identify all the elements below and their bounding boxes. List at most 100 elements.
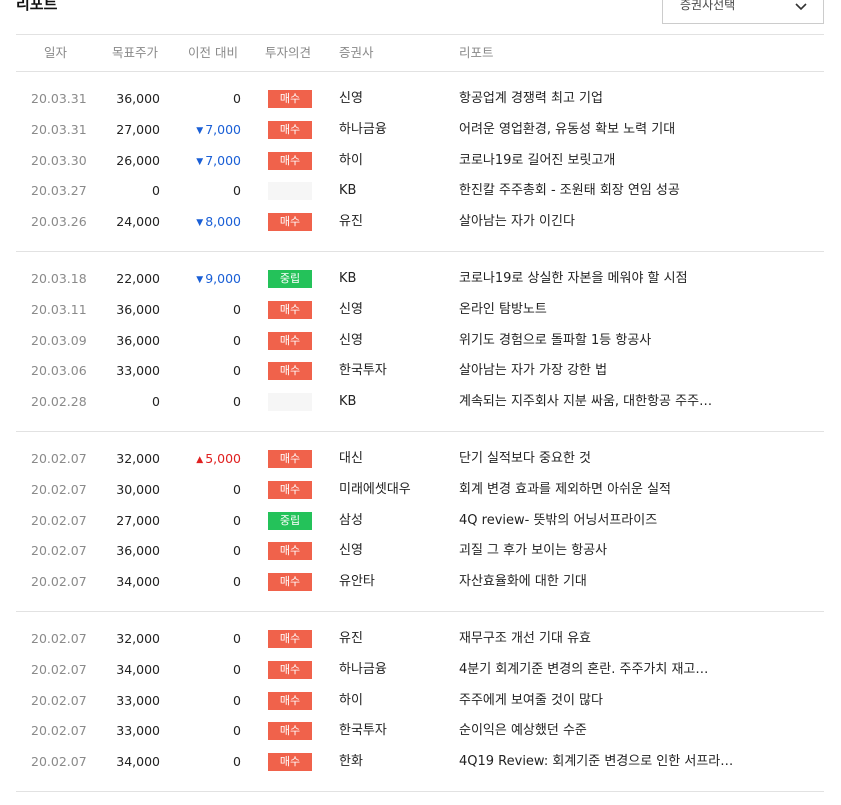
target-price: 24,000 (116, 214, 160, 229)
report-link[interactable]: 4Q19 Review: 회계기준 변경으로 인한 서프라… (459, 753, 733, 771)
report-link[interactable]: 살아남는 자가 가장 강한 법 (459, 362, 607, 380)
report-date: 20.03.31 (31, 91, 87, 106)
opinion-badge: 중립 (268, 270, 312, 288)
report-link[interactable]: 주주에게 보여줄 것이 많다 (459, 692, 603, 710)
opinion-badge: 매수 (268, 753, 312, 771)
report-link[interactable]: 괴질 그 후가 보이는 항공사 (459, 542, 607, 560)
target-price: 34,000 (116, 754, 160, 769)
broker-name: 유진 (339, 631, 363, 646)
report-link[interactable]: 위기도 경험으로 돌파할 1등 항공사 (459, 332, 651, 350)
target-price: 27,000 (116, 513, 160, 528)
report-link[interactable]: 어려운 영업환경, 유동성 확보 노력 기대 (459, 121, 675, 139)
table-row: 20.03.18 22,000 ▼ 9,000 중립 KB 코로나19로 상실한 자본을 메… (16, 264, 824, 294)
opinion-badge: 매수 (268, 722, 312, 740)
table-row: 20.02.07 34,000 0 매수 유안타 자산효율화에 대한 기대 (16, 567, 824, 597)
report-group: 20.03.31 36,000 0 매수 신영 항공업계 경쟁력 최고 기업 20.03.3… (16, 72, 824, 252)
table-row: 20.03.11 36,000 0 매수 신영 온라인 탐방노트 (16, 295, 824, 325)
table-row: 20.03.30 26,000 ▼ 7,000 매수 하이 코로나19로 길어진 보릿고개 (16, 146, 824, 176)
price-change: 0 (233, 692, 241, 710)
broker-name: 유안타 (339, 574, 375, 589)
report-link[interactable]: 살아남는 자가 이긴다 (459, 213, 575, 231)
price-change: 0 (233, 573, 241, 591)
price-change: 0 (233, 182, 241, 200)
report-link[interactable]: 코로나19로 길어진 보릿고개 (459, 152, 615, 170)
report-link[interactable]: 4Q review- 뜻밖의 어닝서프라이즈 (459, 512, 657, 530)
report-date: 20.02.07 (31, 451, 87, 466)
report-header: 리포트 증권사선택 (0, 0, 841, 30)
target-price: 34,000 (116, 662, 160, 677)
price-change: 0 (233, 512, 241, 530)
opinion-badge: 매수 (268, 213, 312, 231)
report-date: 20.02.07 (31, 754, 87, 769)
table-row: 20.02.28 0 0 KB 계속되는 지주회사 지분 싸움, 대한항공 주주… (16, 387, 824, 417)
price-change-value: 5,000 (205, 451, 241, 466)
triangle-up-icon: ▲ (196, 455, 204, 465)
report-date: 20.02.07 (31, 543, 87, 558)
report-link[interactable]: 계속되는 지주회사 지분 싸움, 대한항공 주주… (459, 393, 712, 411)
price-change: 0 (233, 301, 241, 319)
target-price: 32,000 (116, 631, 160, 646)
report-link[interactable]: 자산효율화에 대한 기대 (459, 573, 587, 591)
report-date: 20.02.07 (31, 574, 87, 589)
price-change: 0 (233, 393, 241, 411)
broker-name: 신영 (339, 333, 363, 348)
price-change-value: 0 (233, 394, 241, 409)
target-price: 36,000 (116, 543, 160, 558)
triangle-down-icon: ▼ (196, 157, 204, 167)
table-row: 20.02.07 34,000 0 매수 한화 4Q19 Review: 회계기준 변경으… (16, 747, 824, 777)
broker-name: 한국투자 (339, 363, 387, 378)
table-row: 20.02.07 27,000 0 중립 삼성 4Q review- 뜻밖의 어닝서프라이… (16, 506, 824, 536)
report-link[interactable]: 4분기 회계기준 변경의 혼란. 주주가치 재고… (459, 661, 708, 679)
report-date: 20.03.31 (31, 122, 87, 137)
report-link[interactable]: 항공업계 경쟁력 최고 기업 (459, 90, 603, 108)
report-date: 20.03.26 (31, 214, 87, 229)
report-date: 20.03.18 (31, 271, 87, 286)
report-date: 20.03.09 (31, 333, 87, 348)
table-row: 20.03.27 0 0 KB 한진칼 주주총회 - 조원태 회장 연임 성공 (16, 176, 824, 206)
broker-name: 신영 (339, 302, 363, 317)
price-change-value: 0 (233, 302, 241, 317)
table-row: 20.02.07 32,000 0 매수 유진 재무구조 개선 기대 유효 (16, 624, 824, 654)
report-link[interactable]: 온라인 탐방노트 (459, 301, 547, 319)
report-link[interactable]: 한진칼 주주총회 - 조원태 회장 연임 성공 (459, 182, 680, 200)
target-price: 32,000 (116, 451, 160, 466)
opinion-badge: 매수 (268, 332, 312, 350)
report-link[interactable]: 재무구조 개선 기대 유효 (459, 630, 591, 648)
target-price: 26,000 (116, 153, 160, 168)
price-change: 0 (233, 661, 241, 679)
price-change-value: 0 (233, 693, 241, 708)
report-date: 20.02.07 (31, 662, 87, 677)
broker-name: 한화 (339, 754, 363, 769)
price-change: ▼ 9,000 (196, 270, 241, 289)
opinion-badge: 매수 (268, 630, 312, 648)
target-price: 36,000 (116, 91, 160, 106)
report-link[interactable]: 코로나19로 상실한 자본을 메워야 할 시점 (459, 270, 688, 288)
price-change: ▼ 8,000 (196, 213, 241, 232)
price-change-value: 7,000 (205, 153, 241, 168)
broker-name: 하이 (339, 693, 363, 708)
broker-name: 삼성 (339, 513, 363, 528)
price-change-value: 0 (233, 363, 241, 378)
table-row: 20.02.07 33,000 0 매수 하이 주주에게 보여줄 것이 많다 (16, 686, 824, 716)
target-price: 34,000 (116, 574, 160, 589)
broker-name: 대신 (339, 451, 363, 466)
price-change-value: 9,000 (205, 271, 241, 286)
report-date: 20.02.07 (31, 631, 87, 646)
report-date: 20.03.06 (31, 363, 87, 378)
opinion-badge: 매수 (268, 450, 312, 468)
report-date: 20.02.07 (31, 723, 87, 738)
report-link[interactable]: 단기 실적보다 중요한 것 (459, 450, 591, 468)
target-price: 27,000 (116, 122, 160, 137)
report-link[interactable]: 순이익은 예상했던 수준 (459, 722, 587, 740)
opinion-badge: 매수 (268, 692, 312, 710)
price-change: 0 (233, 332, 241, 350)
target-price: 36,000 (116, 302, 160, 317)
opinion-badge: 매수 (268, 152, 312, 170)
target-price: 0 (152, 394, 160, 409)
table-row: 20.02.07 36,000 0 매수 신영 괴질 그 후가 보이는 항공사 (16, 536, 824, 566)
broker-name: 신영 (339, 543, 363, 558)
price-change: 0 (233, 722, 241, 740)
broker-select-dropdown[interactable]: 증권사선택 (662, 0, 824, 24)
report-link[interactable]: 회계 변경 효과를 제외하면 아쉬운 실적 (459, 481, 671, 499)
triangle-down-icon: ▼ (196, 275, 204, 285)
